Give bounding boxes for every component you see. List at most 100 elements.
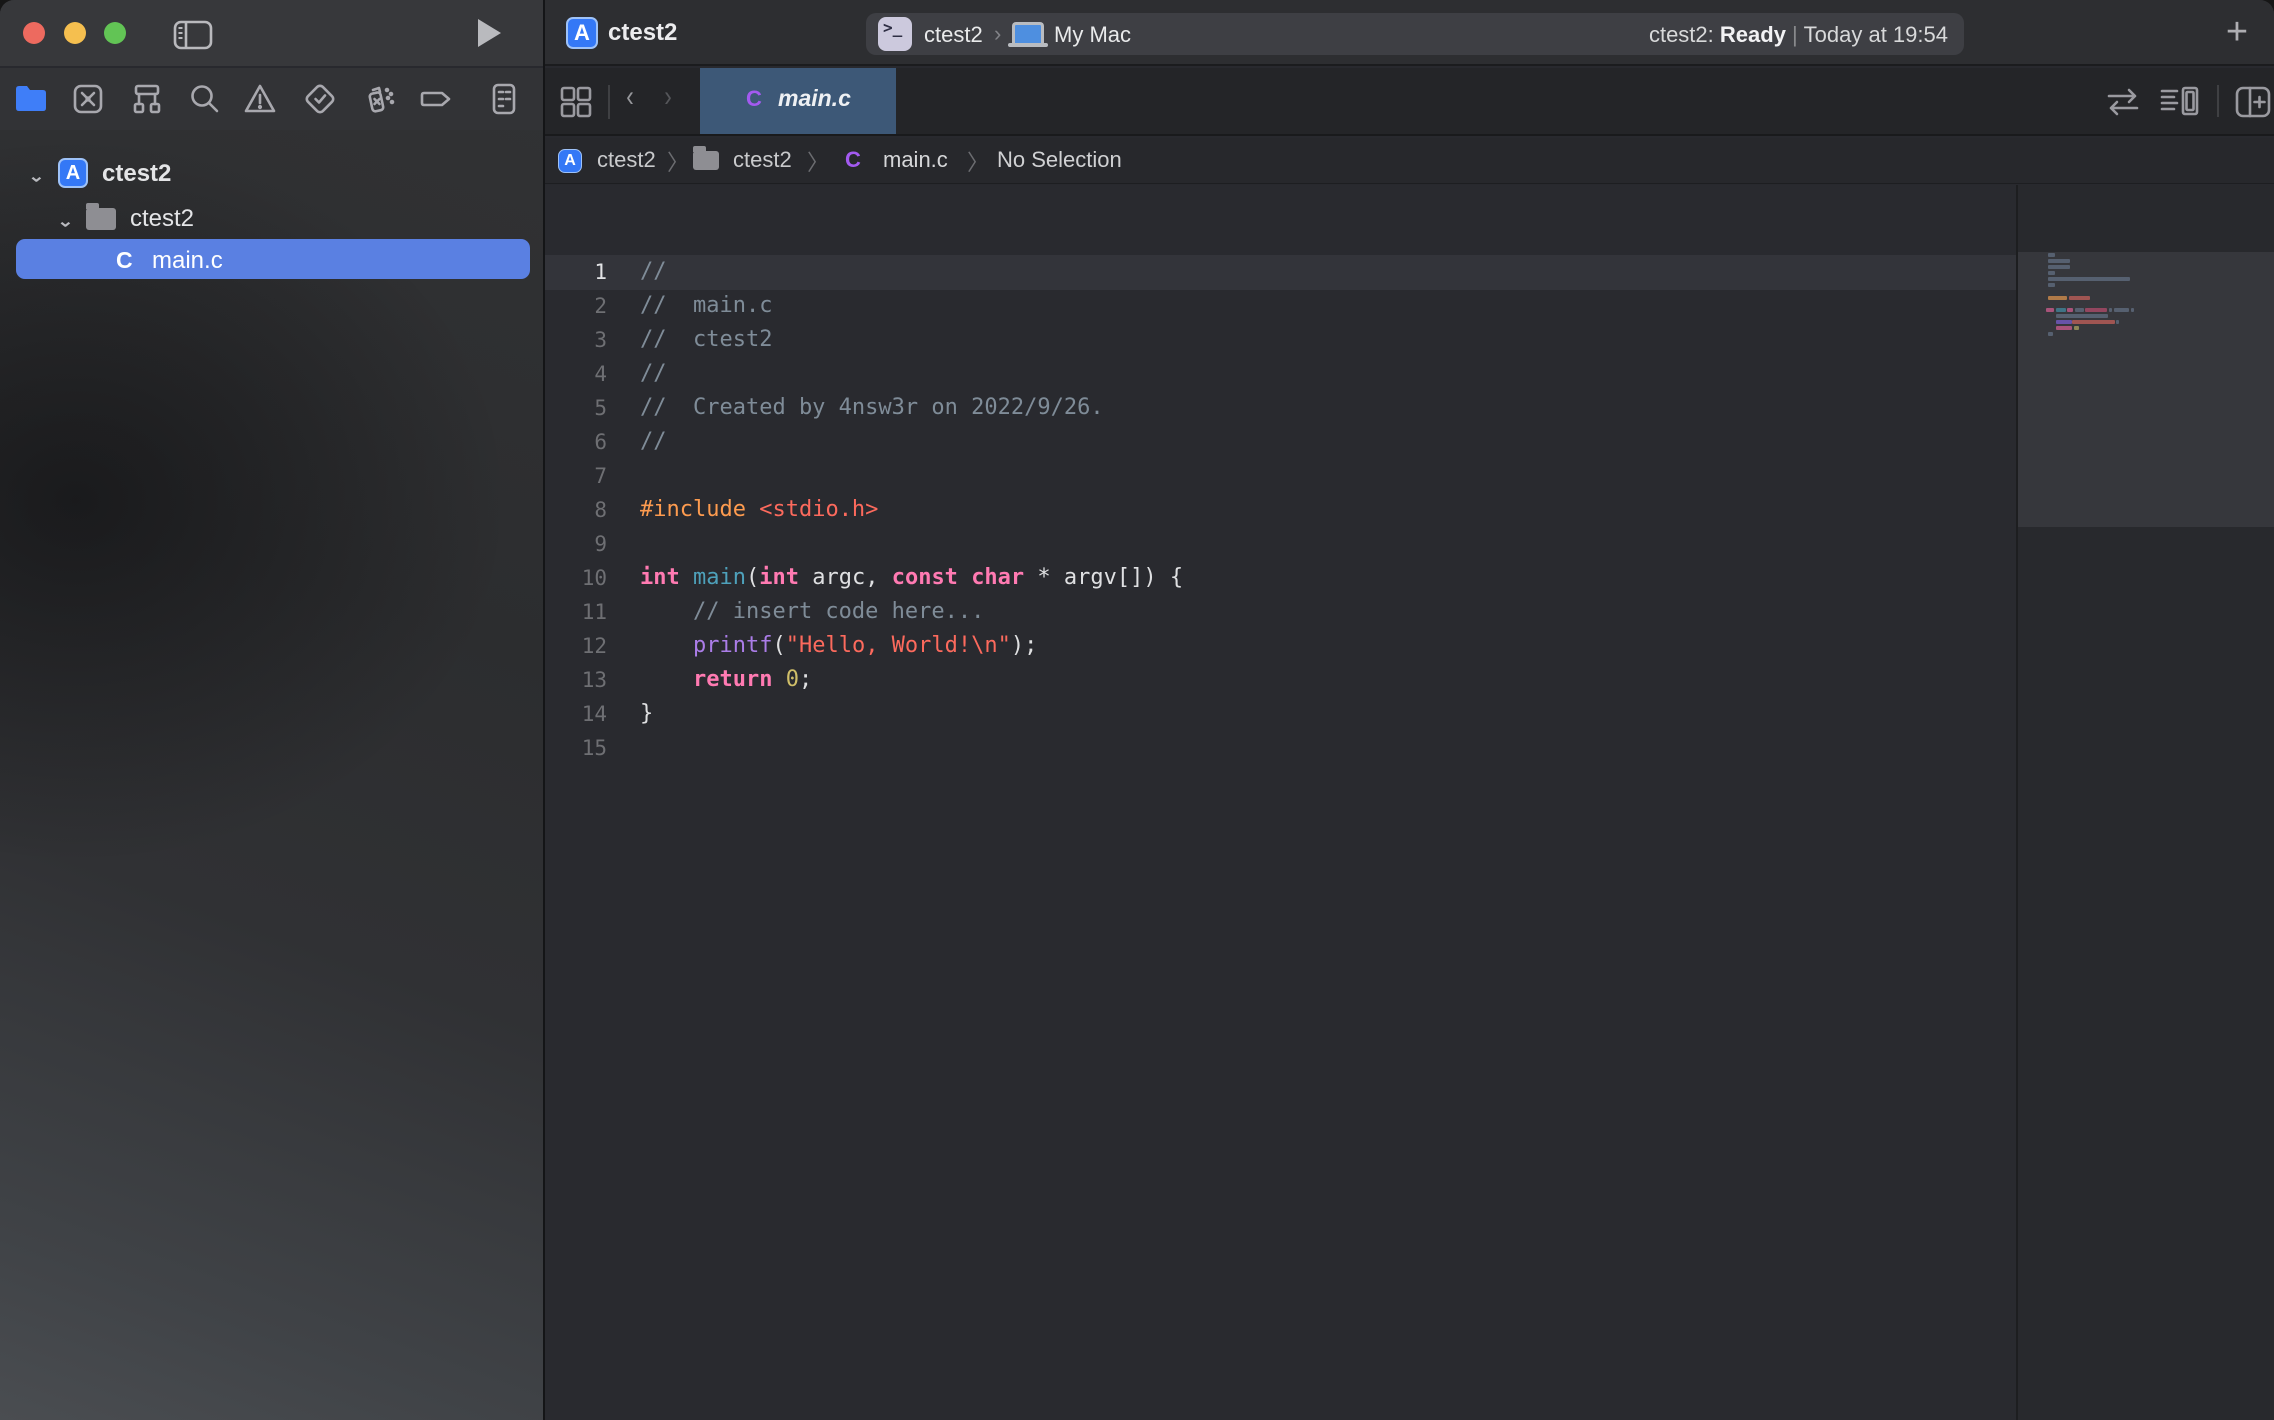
split-editor-icon[interactable] xyxy=(2233,83,2273,126)
code-token: ( xyxy=(772,633,785,658)
run-destination[interactable]: My Mac xyxy=(1054,22,1131,48)
code-token: #include xyxy=(640,497,746,522)
navigate-forward-icon[interactable]: › xyxy=(664,80,672,114)
code-line[interactable]: } xyxy=(640,701,653,726)
scheme-activity-pill[interactable]: >_ ctest2 › My Mac ctest2: Ready|Today a… xyxy=(866,13,1964,55)
minimize-window-button[interactable] xyxy=(64,22,86,44)
code-token xyxy=(772,667,785,692)
code-line[interactable]: // xyxy=(640,429,667,454)
line-number: 13 xyxy=(545,668,607,692)
minimap-bar xyxy=(2109,308,2112,312)
tab-label[interactable]: main.c xyxy=(778,85,851,112)
source-editor[interactable]: 1//2// main.c3// ctest24//5// Created by… xyxy=(545,185,2274,1420)
navigate-back-icon[interactable]: ‹ xyxy=(626,80,634,114)
my-mac-icon xyxy=(1012,22,1044,43)
library-add-button[interactable]: + xyxy=(2218,14,2256,52)
code-token: argc, xyxy=(799,565,892,590)
symbol-navigator-icon[interactable] xyxy=(128,80,166,118)
c-file-icon: C xyxy=(746,86,762,112)
code-token xyxy=(640,599,693,624)
code-token: ( xyxy=(746,565,759,590)
jumpbar-group[interactable]: ctest2 xyxy=(733,147,792,173)
folder-icon xyxy=(86,203,116,235)
scheme-name[interactable]: ctest2 xyxy=(924,22,983,48)
code-token: // xyxy=(640,429,667,454)
code-token: 0 xyxy=(786,667,799,692)
code-line[interactable]: int main(int argc, const char * argv[]) … xyxy=(640,565,1183,590)
related-items-grid-icon[interactable] xyxy=(557,83,595,126)
code-line[interactable]: printf("Hello, World!\n"); xyxy=(640,633,1037,658)
code-line[interactable]: return 0; xyxy=(640,667,812,692)
tree-item-label[interactable]: main.c xyxy=(152,247,223,275)
code-line[interactable]: // xyxy=(640,361,667,386)
line-number: 3 xyxy=(545,328,607,352)
minimap-bar xyxy=(2072,320,2115,324)
minimap-bar xyxy=(2116,320,2119,324)
jump-bar: A ctest2 〉 ctest2 〉 C main.c 〉 No Select… xyxy=(545,138,2274,184)
tree-row-project[interactable]: ⌄ A ctest2 xyxy=(0,152,543,194)
code-line[interactable]: // main.c xyxy=(640,293,772,318)
run-button[interactable] xyxy=(478,19,501,47)
code-review-icon[interactable] xyxy=(2103,84,2143,125)
minimap-bar xyxy=(2046,308,2054,312)
zoom-window-button[interactable] xyxy=(104,22,126,44)
line-number: 1 xyxy=(545,260,607,284)
toolbar-divider xyxy=(2217,85,2219,117)
minimap[interactable] xyxy=(2016,185,2274,1420)
tree-row-group[interactable]: ⌄ ctest2 xyxy=(0,197,543,239)
tab-bar: ‹ › C main.c xyxy=(545,68,2274,136)
line-number: 12 xyxy=(545,634,607,658)
line-number: 4 xyxy=(545,362,607,386)
debug-navigator-icon[interactable] xyxy=(359,80,397,118)
line-number: 14 xyxy=(545,702,607,726)
editor-options-icon[interactable] xyxy=(2157,83,2203,126)
minimap-bar xyxy=(2075,308,2084,312)
code-token xyxy=(640,667,693,692)
toolbar-divider xyxy=(608,85,610,119)
issue-navigator-icon[interactable] xyxy=(241,80,279,118)
line-number: 10 xyxy=(545,566,607,590)
minimap-bar xyxy=(2056,326,2072,330)
jumpbar-no-selection[interactable]: No Selection xyxy=(997,147,1122,173)
minimap-bar xyxy=(2074,326,2079,330)
folder-icon xyxy=(693,150,719,176)
project-navigator-icon[interactable] xyxy=(12,80,50,118)
code-line[interactable]: // ctest2 xyxy=(640,327,772,352)
report-navigator-icon[interactable] xyxy=(485,80,523,118)
close-window-button[interactable] xyxy=(23,22,45,44)
xcode-project-icon: A xyxy=(566,17,598,49)
disclosure-chevron-icon[interactable]: ⌄ xyxy=(57,212,74,232)
code-line[interactable]: #include <stdio.h> xyxy=(640,497,878,522)
minimap-bar xyxy=(2048,265,2070,269)
toolbar: A ctest2 >_ ctest2 › My Mac ctest2: Read… xyxy=(0,0,2274,66)
find-navigator-icon[interactable] xyxy=(185,80,223,118)
minimap-viewport[interactable] xyxy=(2018,252,2274,527)
test-navigator-icon[interactable] xyxy=(301,80,339,118)
code-token: * argv[]) { xyxy=(1024,565,1183,590)
code-token: // Created by 4nsw3r on 2022/9/26. xyxy=(640,395,1104,420)
minimap-bar xyxy=(2067,308,2073,312)
code-token: <stdio.h> xyxy=(759,497,878,522)
toggle-sidebar-icon[interactable] xyxy=(173,20,213,55)
line-number: 15 xyxy=(545,736,607,760)
line-number: 5 xyxy=(545,396,607,420)
tree-item-label[interactable]: ctest2 xyxy=(130,205,194,233)
minimap-bar xyxy=(2048,271,2055,275)
tree-row-file-selected[interactable]: C main.c xyxy=(0,239,543,281)
chevron-right-icon: 〉 xyxy=(667,145,689,177)
source-control-navigator-icon[interactable] xyxy=(69,80,107,118)
status-separator: | xyxy=(1786,22,1804,47)
xcode-project-icon: A xyxy=(558,145,582,173)
tab-main-c[interactable]: C main.c xyxy=(700,68,896,134)
tree-item-label[interactable]: ctest2 xyxy=(102,160,171,188)
jumpbar-project[interactable]: ctest2 xyxy=(597,147,656,173)
breakpoint-navigator-icon[interactable] xyxy=(417,80,455,118)
code-line[interactable]: // insert code here... xyxy=(640,599,984,624)
code-line[interactable]: // xyxy=(640,259,667,284)
minimap-bar xyxy=(2048,253,2055,257)
status-state: Ready xyxy=(1720,22,1786,47)
disclosure-chevron-icon[interactable]: ⌄ xyxy=(28,167,45,187)
code-line[interactable]: // Created by 4nsw3r on 2022/9/26. xyxy=(640,395,1104,420)
minimap-bar xyxy=(2056,320,2072,324)
jumpbar-file[interactable]: main.c xyxy=(883,147,948,173)
